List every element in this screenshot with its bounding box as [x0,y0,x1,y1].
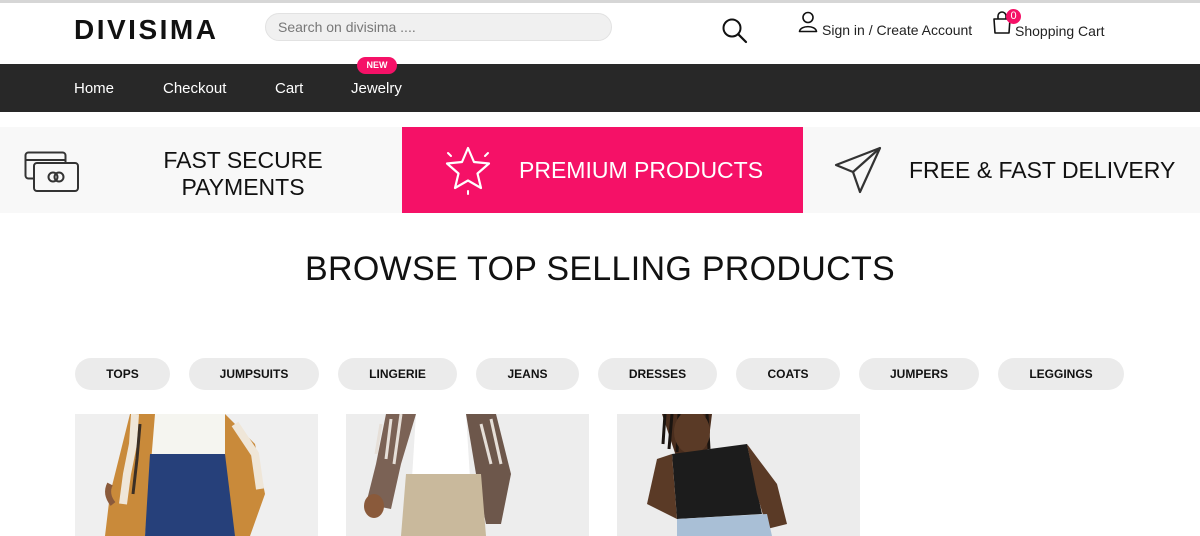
feature-line-1: PREMIUM PRODUCTS [519,157,764,183]
product-card-image[interactable] [346,414,589,536]
category-jumpers[interactable]: JUMPERS [859,358,979,390]
feature-line-2: PAYMENTS [181,174,305,200]
shopping-cart-label: Shopping Cart [1015,23,1105,39]
nav-item-cart[interactable]: Cart [275,80,303,97]
nav-item-home[interactable]: Home [74,80,114,97]
user-icon [798,11,818,38]
search-icon[interactable] [721,17,749,45]
product-photo [346,414,589,536]
credit-card-icon [24,151,80,198]
feature-premium-products: PREMIUM PRODUCTS [402,127,803,213]
account-label: Sign in / Create Account [822,22,973,38]
account-link[interactable]: Sign in / Create Account [798,11,973,38]
category-lingerie[interactable]: LINGERIE [338,358,457,390]
category-jumpsuits[interactable]: JUMPSUITS [189,358,319,390]
category-jeans[interactable]: JEANS [476,358,579,390]
product-card-image[interactable] [75,414,318,536]
nav-item-checkout[interactable]: Checkout [163,80,226,97]
product-photo [617,414,860,536]
product-photo [75,414,318,536]
category-dresses[interactable]: DRESSES [598,358,717,390]
new-badge: NEW [357,57,397,74]
nav-item-jewelry[interactable]: Jewelry [351,80,402,97]
main-navigation: Home Checkout Cart Jewelry [0,64,1200,112]
feature-line-1: FAST SECURE [163,147,323,173]
site-logo[interactable]: DIVISIMA [74,14,218,46]
paper-plane-icon [833,145,883,200]
top-border [0,0,1200,3]
section-title: BROWSE TOP SELLING PRODUCTS [304,250,896,288]
star-icon [442,145,494,200]
feature-line-1: FREE & FAST DELIVERY [909,157,1176,183]
search-input[interactable] [265,13,612,41]
feature-free-delivery: FREE & FAST DELIVERY [803,127,1200,213]
shopping-cart-link[interactable]: 0 Shopping Cart [991,9,1105,39]
category-tops[interactable]: TOPS [75,358,170,390]
category-leggings[interactable]: LEGGINGS [998,358,1124,390]
product-card-image[interactable] [617,414,860,536]
cart-count-badge: 0 [1006,9,1021,24]
feature-secure-payments: FAST SECURE PAYMENTS [0,127,402,213]
category-coats[interactable]: COATS [736,358,840,390]
